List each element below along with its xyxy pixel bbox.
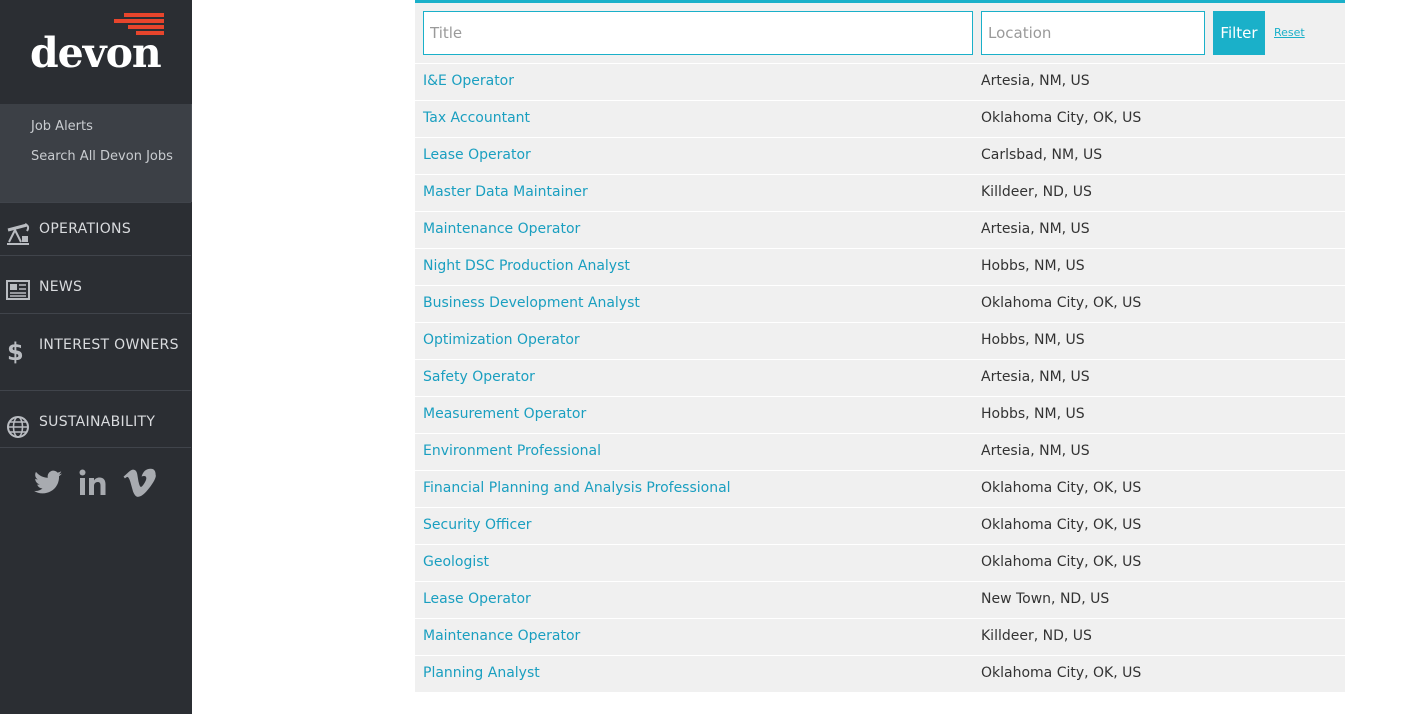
- job-title-link[interactable]: Maintenance Operator: [423, 628, 580, 644]
- job-title-link[interactable]: I&E Operator: [423, 73, 514, 89]
- divider: [0, 447, 191, 448]
- job-title-link[interactable]: Planning Analyst: [423, 665, 540, 681]
- nav-item-sustainability[interactable]: SUSTAINABILITY: [0, 390, 191, 448]
- nav-item-interest-owners[interactable]: $ INTEREST OWNERS: [0, 313, 191, 391]
- vimeo-icon[interactable]: [123, 466, 157, 500]
- nav-label: NEWS: [39, 279, 83, 295]
- job-title-link[interactable]: Optimization Operator: [423, 332, 580, 348]
- job-location: Artesia, NM, US: [981, 443, 1090, 459]
- job-title-link[interactable]: Master Data Maintainer: [423, 184, 588, 200]
- nav-label: INTEREST OWNERS: [39, 337, 179, 353]
- job-location: New Town, ND, US: [981, 591, 1110, 607]
- nav-item-operations[interactable]: OPERATIONS: [0, 202, 191, 256]
- table-row: Planning Analyst Oklahoma City, OK, US: [415, 655, 1345, 692]
- table-row: Lease Operator New Town, ND, US: [415, 581, 1345, 618]
- dollar-icon: $: [7, 338, 24, 364]
- table-row: Tax Accountant Oklahoma City, OK, US: [415, 100, 1345, 137]
- job-location: Oklahoma City, OK, US: [981, 554, 1142, 570]
- job-location: Killdeer, ND, US: [981, 184, 1092, 200]
- twitter-icon[interactable]: [32, 466, 64, 500]
- job-title-link[interactable]: Lease Operator: [423, 147, 531, 163]
- table-row: Measurement Operator Hobbs, NM, US: [415, 396, 1345, 433]
- logo-text: devon: [30, 29, 162, 77]
- job-location: Hobbs, NM, US: [981, 406, 1085, 422]
- careers-submenu: Job Alerts Search All Devon Jobs: [0, 104, 192, 202]
- nav-label: OPERATIONS: [39, 221, 132, 237]
- svg-text:$: $: [7, 338, 24, 364]
- newspaper-icon: [6, 280, 30, 300]
- nav-item-news[interactable]: NEWS: [0, 255, 191, 314]
- job-title-link[interactable]: Tax Accountant: [423, 110, 530, 126]
- job-title-link[interactable]: Night DSC Production Analyst: [423, 258, 630, 274]
- job-location: Artesia, NM, US: [981, 369, 1090, 385]
- job-location: Oklahoma City, OK, US: [981, 295, 1142, 311]
- job-title-link[interactable]: Lease Operator: [423, 591, 531, 607]
- job-location: Hobbs, NM, US: [981, 332, 1085, 348]
- job-title-link[interactable]: Business Development Analyst: [423, 295, 640, 311]
- nav-label: SUSTAINABILITY: [39, 414, 156, 430]
- reset-link[interactable]: Reset: [1274, 26, 1305, 39]
- submenu-item-job-alerts[interactable]: Job Alerts: [31, 119, 93, 134]
- job-list-panel: Filter Reset I&E Operator Artesia, NM, U…: [415, 0, 1345, 692]
- table-row: Maintenance Operator Artesia, NM, US: [415, 211, 1345, 248]
- location-search-input[interactable]: [981, 11, 1205, 55]
- table-row: Environment Professional Artesia, NM, US: [415, 433, 1345, 470]
- job-title-link[interactable]: Measurement Operator: [423, 406, 586, 422]
- table-row: Geologist Oklahoma City, OK, US: [415, 544, 1345, 581]
- table-row: Maintenance Operator Killdeer, ND, US: [415, 618, 1345, 655]
- submenu-item-search-all-jobs[interactable]: Search All Devon Jobs: [31, 149, 173, 164]
- job-title-link[interactable]: Security Officer: [423, 517, 532, 533]
- filter-button[interactable]: Filter: [1213, 11, 1265, 55]
- table-row: Optimization Operator Hobbs, NM, US: [415, 322, 1345, 359]
- pumpjack-icon: [7, 223, 30, 245]
- job-location: Artesia, NM, US: [981, 221, 1090, 237]
- table-row: Safety Operator Artesia, NM, US: [415, 359, 1345, 396]
- job-title-link[interactable]: Financial Planning and Analysis Professi…: [423, 480, 731, 496]
- job-search-bar: Filter Reset: [415, 3, 1345, 63]
- table-row: I&E Operator Artesia, NM, US: [415, 63, 1345, 100]
- table-row: Business Development Analyst Oklahoma Ci…: [415, 285, 1345, 322]
- job-title-link[interactable]: Geologist: [423, 554, 489, 570]
- job-location: Oklahoma City, OK, US: [981, 480, 1142, 496]
- table-row: Night DSC Production Analyst Hobbs, NM, …: [415, 248, 1345, 285]
- job-location: Oklahoma City, OK, US: [981, 517, 1142, 533]
- title-search-input[interactable]: [423, 11, 973, 55]
- globe-icon: [7, 416, 29, 438]
- sidebar: devon Job Alerts Search All Devon Jobs O…: [0, 0, 192, 714]
- job-location: Oklahoma City, OK, US: [981, 665, 1142, 681]
- job-location: Artesia, NM, US: [981, 73, 1090, 89]
- table-row: Financial Planning and Analysis Professi…: [415, 470, 1345, 507]
- logo[interactable]: devon: [0, 0, 192, 104]
- job-location: Killdeer, ND, US: [981, 628, 1092, 644]
- job-title-link[interactable]: Safety Operator: [423, 369, 535, 385]
- table-row: Lease Operator Carlsbad, NM, US: [415, 137, 1345, 174]
- table-row: Master Data Maintainer Killdeer, ND, US: [415, 174, 1345, 211]
- job-location: Oklahoma City, OK, US: [981, 110, 1142, 126]
- job-title-link[interactable]: Environment Professional: [423, 443, 601, 459]
- table-row: Security Officer Oklahoma City, OK, US: [415, 507, 1345, 544]
- job-title-link[interactable]: Maintenance Operator: [423, 221, 580, 237]
- job-location: Hobbs, NM, US: [981, 258, 1085, 274]
- job-location: Carlsbad, NM, US: [981, 147, 1103, 163]
- linkedin-icon[interactable]: [77, 466, 109, 500]
